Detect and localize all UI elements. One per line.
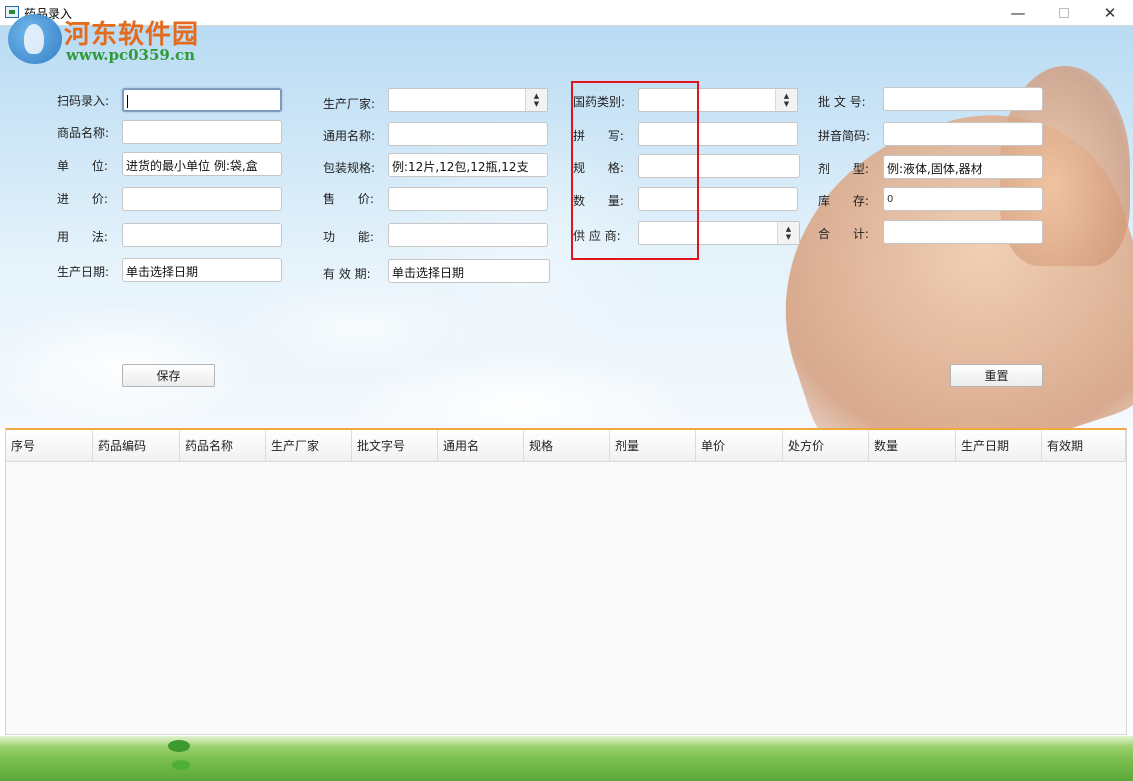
column-header[interactable]: 剂量 (610, 430, 696, 462)
text-caret (127, 95, 128, 108)
sale-price-input[interactable] (388, 187, 548, 211)
label-dosage-form: 剂 型: (818, 162, 869, 176)
label-expiry: 有 效 期: (323, 267, 371, 281)
label-sale-price: 售 价: (323, 192, 374, 206)
generic-name-input[interactable] (388, 122, 548, 146)
spinner-arrows-icon[interactable]: ▲ ▼ (777, 222, 799, 244)
column-header[interactable]: 序号 (6, 430, 93, 462)
spinner-arrows-icon[interactable]: ▲ ▼ (525, 89, 547, 111)
app-icon (5, 6, 19, 18)
maximize-button[interactable] (1041, 0, 1087, 26)
maximize-icon (1059, 8, 1069, 18)
reset-button[interactable]: 重置 (950, 364, 1043, 387)
highlight-box (571, 81, 699, 260)
column-header[interactable]: 药品编码 (93, 430, 180, 462)
watermark-logo-icon (8, 14, 62, 64)
purchase-price-input[interactable] (122, 187, 282, 211)
spinner-arrows-icon[interactable]: ▲ ▼ (775, 89, 797, 111)
package-spec-input[interactable]: 例:12片,12包,12瓶,12支 (388, 153, 548, 177)
column-header[interactable]: 单价 (696, 430, 783, 462)
column-header[interactable]: 批文字号 (352, 430, 438, 462)
column-header[interactable]: 规格 (524, 430, 610, 462)
column-header[interactable]: 药品名称 (180, 430, 266, 462)
label-unit: 单 位: (57, 159, 108, 173)
label-pinyin-code: 拼音简码: (818, 129, 871, 143)
column-header[interactable]: 通用名 (438, 430, 524, 462)
label-manufacturer: 生产厂家: (323, 97, 376, 111)
column-header[interactable]: 处方价 (783, 430, 869, 462)
pinyin-code-input[interactable] (883, 122, 1043, 146)
column-header[interactable]: 有效期 (1042, 430, 1126, 462)
label-scan-input: 扫码录入: (57, 94, 110, 108)
total-input[interactable] (883, 220, 1043, 244)
save-button[interactable]: 保存 (122, 364, 215, 387)
column-header[interactable]: 生产日期 (956, 430, 1042, 462)
column-header[interactable]: 数量 (869, 430, 956, 462)
expiry-date-input[interactable]: 单击选择日期 (388, 259, 550, 283)
label-usage: 用 法: (57, 230, 108, 244)
approval-number-input[interactable] (883, 87, 1043, 111)
sprout-icon (172, 760, 190, 770)
function-input[interactable] (388, 223, 548, 247)
label-package-spec: 包装规格: (323, 161, 376, 175)
sprout-icon (168, 740, 190, 752)
unit-input[interactable]: 进货的最小单位 例:袋,盒 (122, 152, 282, 176)
close-button[interactable]: ✕ (1087, 0, 1133, 26)
label-function: 功 能: (323, 230, 374, 244)
product-name-input[interactable] (122, 120, 282, 144)
production-date-input[interactable]: 单击选择日期 (122, 258, 282, 282)
medicine-table[interactable]: 序号 药品编码 药品名称 生产厂家 批文字号 通用名 规格 剂量 单价 处方价 … (5, 428, 1127, 735)
label-stock: 库 存: (818, 194, 869, 208)
label-purchase-price: 进 价: (57, 192, 108, 206)
usage-input[interactable] (122, 223, 282, 247)
table-header: 序号 药品编码 药品名称 生产厂家 批文字号 通用名 规格 剂量 单价 处方价 … (6, 430, 1126, 462)
watermark-url: www.pc0359.cn (66, 46, 196, 64)
stock-input[interactable]: 0 (883, 187, 1043, 211)
column-header[interactable]: 生产厂家 (266, 430, 352, 462)
label-total: 合 计: (818, 227, 869, 241)
close-icon: ✕ (1103, 4, 1117, 22)
minimize-button[interactable]: — (995, 0, 1041, 26)
label-production-date: 生产日期: (57, 265, 110, 279)
minimize-icon: — (1010, 4, 1026, 22)
label-generic-name: 通用名称: (323, 129, 376, 143)
label-product-name: 商品名称: (57, 126, 110, 140)
label-approval-number: 批 文 号: (818, 95, 866, 109)
scan-input[interactable] (122, 88, 282, 112)
manufacturer-select[interactable]: ▲ ▼ (388, 88, 548, 112)
dosage-form-input[interactable]: 例:液体,固体,器材 (883, 155, 1043, 179)
